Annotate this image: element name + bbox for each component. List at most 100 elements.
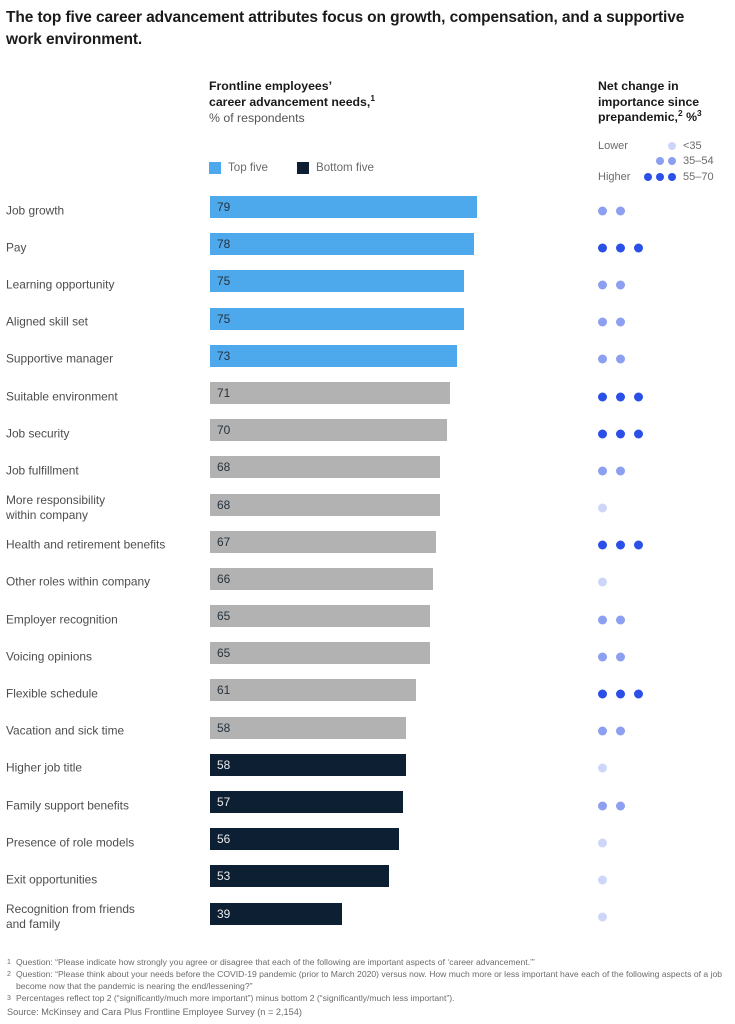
source-note: Source: McKinsey and Cara Plus Frontline… bbox=[7, 1007, 302, 1017]
net-change-dot-icon bbox=[598, 912, 607, 922]
footnote-text: Percentages reflect top 2 (“significantl… bbox=[16, 992, 455, 1003]
net-change-dot-icon bbox=[598, 763, 607, 773]
net-change-dot-icon bbox=[616, 206, 625, 216]
bar-value-label: 53 bbox=[217, 869, 231, 884]
net-change-dots bbox=[598, 429, 643, 439]
row-label: Presence of role models bbox=[6, 835, 135, 850]
net-change-dot-icon bbox=[598, 726, 607, 736]
chart-row: Job growth 79 bbox=[0, 192, 735, 229]
net-change-dot-icon bbox=[598, 577, 607, 587]
bar-value-label: 58 bbox=[217, 720, 231, 735]
net-change-dot-icon bbox=[598, 354, 607, 364]
legend-dot-dark bbox=[668, 172, 676, 181]
bar-legend-item-top-five: Top five bbox=[209, 161, 268, 174]
row-label: Health and retirement benefits bbox=[6, 537, 166, 552]
chart-row: Job fulfillment 68 bbox=[0, 452, 735, 489]
chart-row: Pay 78 bbox=[0, 229, 735, 266]
chart-row: Higher job title 58 bbox=[0, 750, 735, 787]
net-change-dot-icon bbox=[598, 243, 607, 253]
row-label: Employer recognition bbox=[6, 612, 118, 627]
chart-row: Voicing opinions 65 bbox=[0, 638, 735, 675]
row-label: Family support benefits bbox=[6, 798, 129, 813]
row-label: Job security bbox=[6, 426, 70, 441]
row-label: Learning opportunity bbox=[6, 277, 115, 292]
bar: 67 bbox=[210, 530, 437, 553]
bar-value-label: 75 bbox=[217, 274, 231, 289]
dot-legend-label-low: <35 bbox=[683, 139, 702, 152]
dot-scale-legend: Lower <35 35–54 Higher 55–70 bbox=[598, 138, 735, 185]
footnote-marker: 1 bbox=[7, 959, 11, 966]
bar-track: 61 bbox=[210, 679, 548, 702]
chart-row: Family support benefits 57 bbox=[0, 787, 735, 824]
bar-legend-item-bottom-five: Bottom five bbox=[296, 161, 374, 174]
row-label: Recognition from friends and family bbox=[6, 902, 135, 932]
bar-value-label: 67 bbox=[217, 534, 231, 549]
bar: 78 bbox=[210, 233, 474, 256]
bar: 56 bbox=[210, 828, 400, 851]
net-change-dot-icon bbox=[634, 392, 643, 402]
net-change-dot-icon bbox=[598, 540, 607, 550]
net-change-dot-icon bbox=[598, 429, 607, 439]
row-label: Higher job title bbox=[6, 760, 83, 775]
net-change-dots bbox=[598, 689, 643, 699]
net-change-dot-icon bbox=[616, 726, 625, 736]
dot-legend-swatch-mid bbox=[637, 157, 679, 166]
bar: 75 bbox=[210, 307, 464, 330]
net-change-dot-icon bbox=[598, 689, 607, 699]
net-change-dots bbox=[598, 317, 625, 327]
chart-row: Learning opportunity 75 bbox=[0, 266, 735, 303]
footnote-marker: 3 bbox=[7, 994, 11, 1002]
bar: 68 bbox=[210, 493, 440, 516]
chart-row: Flexible schedule 61 bbox=[0, 675, 735, 712]
bar-track: 75 bbox=[210, 270, 548, 293]
row-label: Exit opportunities bbox=[6, 872, 98, 887]
bar-track: 58 bbox=[210, 716, 548, 739]
legend-dot-dark bbox=[644, 172, 652, 181]
net-change-dots bbox=[598, 912, 607, 922]
net-change-dots bbox=[598, 875, 607, 885]
dots-header-line3-text: prepandemic, bbox=[598, 110, 678, 125]
bar-track: 78 bbox=[210, 233, 548, 256]
dots-header-line1: Net change in bbox=[598, 79, 679, 93]
dots-header-line3: prepandemic,2 %3 bbox=[598, 108, 735, 126]
row-label: Supportive manager bbox=[6, 351, 114, 366]
net-change-dot-icon bbox=[634, 243, 643, 253]
bar: 70 bbox=[210, 419, 447, 442]
dots-header-line2: importance since bbox=[598, 94, 700, 109]
chart-row: Aligned skill set 75 bbox=[0, 304, 735, 341]
footnote-ref-3: 3 bbox=[697, 108, 702, 119]
footnote: 3 Percentages reflect top 2 (“significant… bbox=[7, 993, 729, 1005]
bar-value-label: 70 bbox=[217, 423, 231, 438]
row-label: Suitable environment bbox=[6, 389, 118, 404]
net-change-dot-icon bbox=[598, 466, 607, 476]
bar-value-label: 68 bbox=[217, 460, 231, 475]
net-change-dots bbox=[598, 838, 607, 848]
bar: 65 bbox=[210, 605, 430, 628]
footnotes: 1 Question: “Please indicate how strongly… bbox=[7, 957, 729, 1005]
net-change-dot-icon bbox=[598, 317, 607, 327]
bars-header-line2: career advancement needs,1 bbox=[209, 93, 539, 111]
row-label: Aligned skill set bbox=[6, 314, 88, 329]
net-change-dot-icon bbox=[616, 801, 625, 811]
chart-row: Employer recognition 65 bbox=[0, 601, 735, 638]
chart-row: Other roles within company 66 bbox=[0, 564, 735, 601]
net-change-dot-icon bbox=[598, 503, 607, 513]
bar-value-label: 79 bbox=[217, 200, 231, 214]
row-label: Vacation and sick time bbox=[6, 723, 125, 738]
net-change-dot-icon bbox=[616, 392, 625, 402]
net-change-dot-icon bbox=[634, 540, 643, 550]
bar-track: 58 bbox=[210, 753, 548, 776]
footnote-text: Question: “Please think about your needs… bbox=[16, 969, 723, 991]
bar-track: 53 bbox=[210, 865, 548, 888]
bar-track: 79 bbox=[210, 196, 548, 218]
row-label: Flexible schedule bbox=[6, 686, 98, 701]
net-change-dots bbox=[598, 466, 625, 476]
bar: 58 bbox=[210, 753, 407, 776]
chart-row: Vacation and sick time 58 bbox=[0, 713, 735, 750]
legend-label-top-five: Top five bbox=[228, 161, 268, 174]
chart-row: More responsibility within company 68 bbox=[0, 490, 735, 527]
net-change-dot-icon bbox=[598, 206, 607, 216]
bar-value-label: 61 bbox=[217, 683, 231, 698]
legend-dot-medium bbox=[668, 157, 676, 166]
bar: 73 bbox=[210, 344, 457, 367]
